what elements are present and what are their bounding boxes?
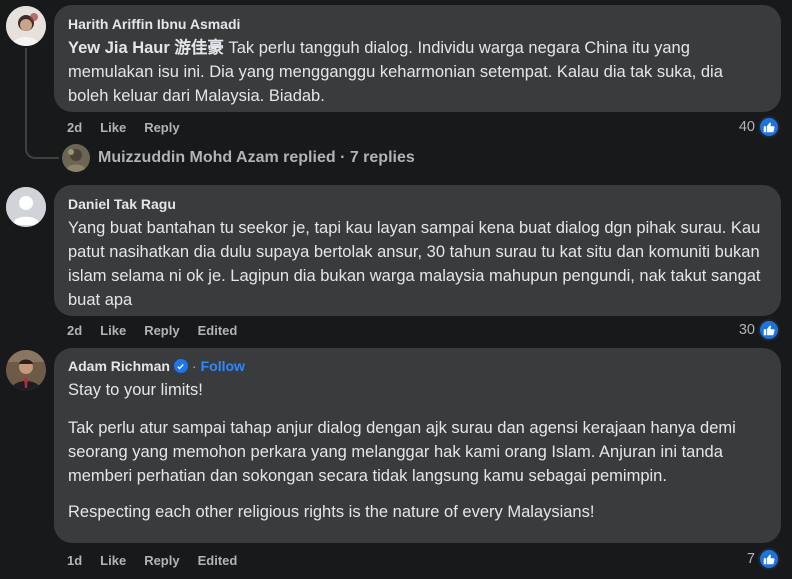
- comment-author[interactable]: Daniel Tak Ragu: [68, 195, 767, 213]
- author-name[interactable]: Daniel Tak Ragu: [68, 195, 176, 213]
- comment-actions: 2d Like Reply: [67, 120, 180, 136]
- default-avatar-icon: [6, 187, 46, 227]
- edited-label[interactable]: Edited: [198, 553, 238, 569]
- reaction-count[interactable]: 7: [747, 548, 780, 570]
- view-replies[interactable]: Muizzuddin Mohd Azam replied · 7 replies: [62, 144, 415, 172]
- reaction-number: 30: [738, 322, 755, 338]
- comment-paragraph: Respecting each other religious rights i…: [68, 503, 595, 521]
- avatar[interactable]: [6, 187, 46, 227]
- avatar: [62, 144, 90, 172]
- comment-paragraph: Stay to your limits!: [68, 381, 203, 399]
- comment-bubble: Adam Richman · Follow Stay to your limit…: [54, 348, 781, 543]
- timestamp[interactable]: 2d: [67, 323, 82, 339]
- avatar-photo-icon: [6, 6, 46, 46]
- comment-author[interactable]: Harith Ariffin Ibnu Asmadi: [68, 15, 767, 33]
- like-button[interactable]: Like: [100, 323, 126, 339]
- comment-body: Yang buat bantahan tu seekor je, tapi ka…: [68, 219, 761, 309]
- timestamp[interactable]: 2d: [67, 120, 82, 136]
- like-icon: [758, 116, 780, 138]
- edited-label[interactable]: Edited: [198, 323, 238, 339]
- author-name[interactable]: Adam Richman: [68, 357, 170, 375]
- comment-actions: 2d Like Reply Edited: [67, 323, 237, 339]
- like-icon: [758, 548, 780, 570]
- reply-button[interactable]: Reply: [144, 553, 179, 569]
- comment-text: Yew Jia Haur 游佳豪 Tak perlu tangguh dialo…: [68, 36, 767, 108]
- comment-bubble: Daniel Tak Ragu Yang buat bantahan tu se…: [54, 185, 781, 316]
- reply-button[interactable]: Reply: [144, 120, 179, 136]
- reaction-count[interactable]: 30: [739, 319, 780, 341]
- reaction-count[interactable]: 40: [739, 116, 780, 138]
- timestamp[interactable]: 1d: [67, 553, 82, 569]
- reaction-number: 7: [746, 551, 755, 567]
- avatar-photo-icon: [6, 350, 46, 390]
- mention-link[interactable]: Yew Jia Haur 游佳豪: [68, 39, 224, 57]
- like-icon: [758, 319, 780, 341]
- replies-summary[interactable]: Muizzuddin Mohd Azam replied · 7 replies: [98, 149, 415, 167]
- separator-dot: ·: [191, 358, 197, 374]
- reply-button[interactable]: Reply: [144, 323, 179, 339]
- comment-text: Stay to your limits! Tak perlu atur samp…: [68, 378, 767, 524]
- thread-connector: [25, 48, 59, 159]
- comment-paragraph: Tak perlu atur sampai tahap anjur dialog…: [68, 419, 736, 485]
- comment-actions: 1d Like Reply Edited: [67, 553, 237, 569]
- comment-bubble: Harith Ariffin Ibnu Asmadi Yew Jia Haur …: [54, 5, 781, 112]
- reaction-number: 40: [738, 119, 755, 135]
- avatar[interactable]: [6, 6, 46, 46]
- avatar[interactable]: [6, 350, 46, 390]
- like-button[interactable]: Like: [100, 120, 126, 136]
- follow-button[interactable]: Follow: [201, 357, 245, 375]
- comment-section: Harith Ariffin Ibnu Asmadi Yew Jia Haur …: [0, 0, 792, 579]
- like-button[interactable]: Like: [100, 553, 126, 569]
- author-name[interactable]: Harith Ariffin Ibnu Asmadi: [68, 15, 240, 33]
- verified-icon: [173, 359, 188, 373]
- avatar-photo-icon: [62, 144, 90, 172]
- comment-author: Adam Richman · Follow: [68, 357, 767, 375]
